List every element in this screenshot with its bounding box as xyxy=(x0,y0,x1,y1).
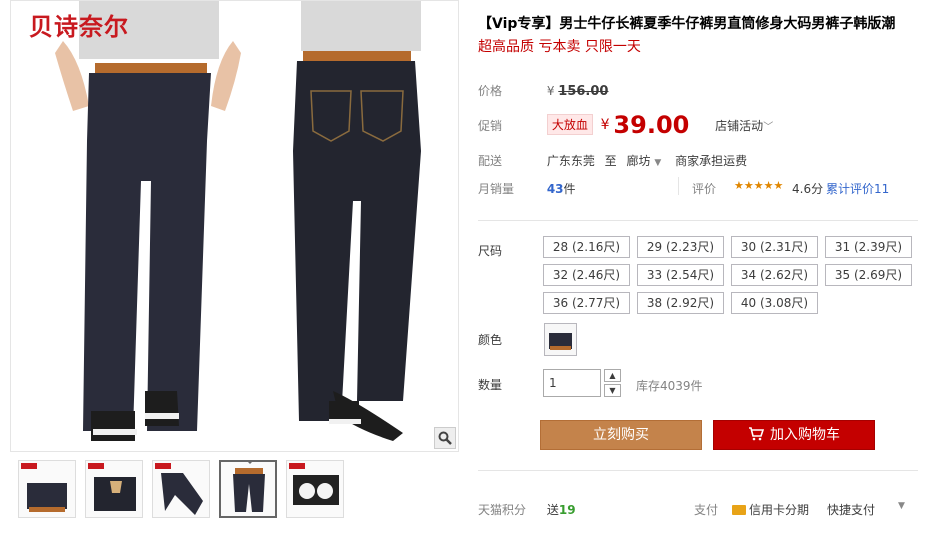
divider xyxy=(478,470,918,471)
product-subtitle: 超高品质 亏本卖 只限一天 xyxy=(478,39,641,55)
size-option[interactable]: 34 (2.62尺) xyxy=(731,264,818,286)
credit-card-icon xyxy=(732,505,746,515)
promo-badge: 大放血 xyxy=(546,113,593,135)
cart-icon xyxy=(749,427,765,441)
add-to-cart-label: 加入购物车 xyxy=(770,427,840,443)
price-label: 价格 xyxy=(478,84,503,98)
buy-now-button[interactable]: 立刻购买 xyxy=(540,420,702,450)
divider xyxy=(678,177,679,195)
color-swatch[interactable] xyxy=(544,323,577,356)
thumbnail[interactable] xyxy=(286,460,344,518)
thumbnail[interactable] xyxy=(18,460,76,518)
sales-row: 月销量 43件 评价 ★★★★★ 4.6分 累计评价11 xyxy=(478,177,918,197)
sales-count: 43 xyxy=(546,182,564,196)
pay-label: 支付 xyxy=(694,503,719,517)
thumbnail-strip xyxy=(10,460,459,528)
promo-row: 促销 大放血 ¥ 39.00 店铺活动﹀ xyxy=(478,111,918,139)
size-option[interactable]: 36 (2.77尺) xyxy=(543,292,630,314)
shop-activity-label: 店铺活动 xyxy=(715,118,764,133)
promo-label: 促销 xyxy=(478,118,503,133)
main-image[interactable]: 贝诗奈尔 xyxy=(10,0,459,452)
thumbnail[interactable] xyxy=(152,460,210,518)
size-option[interactable]: 33 (2.54尺) xyxy=(637,264,724,286)
shipping-destination[interactable]: 廊坊 ▼ xyxy=(627,154,662,168)
shop-activity-dropdown[interactable]: 店铺活动﹀ xyxy=(715,119,773,133)
caret-down-icon: ▼ xyxy=(654,158,662,168)
rating-value: 4.6分 xyxy=(792,182,824,196)
shipping-row: 配送 广东东莞 至 廊坊 ▼ 商家承担运费 xyxy=(478,152,747,169)
decrease-icon[interactable]: ▼ xyxy=(604,384,621,397)
size-option[interactable]: 38 (2.92尺) xyxy=(637,292,724,314)
product-info: 【Vip专享】男士牛仔长裤夏季牛仔裤男直筒修身大码男裤子韩版潮 超高品质 亏本卖… xyxy=(478,14,918,56)
shipping-label: 配送 xyxy=(478,154,503,168)
caret-down-icon[interactable]: ▼ xyxy=(898,501,905,511)
size-option[interactable]: 32 (2.46尺) xyxy=(543,264,630,286)
shipping-to-word: 至 xyxy=(604,154,617,168)
size-option[interactable]: 30 (2.31尺) xyxy=(731,236,818,258)
original-price: 156.00 xyxy=(558,84,609,99)
credit-installment: 信用卡分期 xyxy=(732,501,809,518)
stock-text: 库存4039件 xyxy=(636,379,703,393)
sales-label: 月销量 xyxy=(478,182,515,196)
size-option[interactable]: 29 (2.23尺) xyxy=(637,236,724,258)
rating-stars: ★★★★★ xyxy=(734,179,784,192)
brand-logo: 贝诗奈尔 xyxy=(29,12,129,41)
color-label: 颜色 xyxy=(478,333,503,347)
zoom-icon[interactable] xyxy=(434,427,456,449)
chevron-down-icon: ﹀ xyxy=(763,121,774,133)
jeans-photo xyxy=(11,1,458,451)
sales-unit: 件 xyxy=(563,182,576,196)
size-option[interactable]: 40 (3.08尺) xyxy=(731,292,818,314)
points-send: 送 xyxy=(546,503,559,517)
add-to-cart-button[interactable]: 加入购物车 xyxy=(713,420,875,450)
size-option[interactable]: 31 (2.39尺) xyxy=(825,236,912,258)
promo-currency: ¥ xyxy=(600,117,610,133)
destination-text: 廊坊 xyxy=(626,154,651,168)
divider xyxy=(478,220,918,221)
increase-icon[interactable]: ▲ xyxy=(604,369,621,382)
shipping-from: 广东东莞 xyxy=(546,154,595,168)
size-label: 尺码 xyxy=(478,244,503,258)
footer-row: 天猫积分 送19 支付 信用卡分期 快捷支付 ▼ xyxy=(478,501,918,518)
shipping-fee: 商家承担运费 xyxy=(675,154,748,168)
size-option[interactable]: 35 (2.69尺) xyxy=(825,264,912,286)
currency-symbol: ¥ xyxy=(546,84,555,98)
quantity-input[interactable]: 1 xyxy=(543,369,601,397)
quick-pay: 快捷支付 xyxy=(827,503,876,517)
review-count-link[interactable]: 累计评价11 xyxy=(826,180,889,197)
quantity-label: 数量 xyxy=(478,378,503,392)
review-label: 评价 xyxy=(692,182,717,196)
thumbnail[interactable] xyxy=(85,460,143,518)
points-value: 19 xyxy=(558,503,576,517)
size-options: 28 (2.16尺) 29 (2.23尺) 30 (2.31尺) 31 (2.3… xyxy=(543,236,923,314)
credit-label: 信用卡分期 xyxy=(749,503,810,517)
thumbnail-selected[interactable] xyxy=(219,460,277,518)
promo-price: 39.00 xyxy=(613,111,690,139)
points-label: 天猫积分 xyxy=(478,503,527,517)
product-title: 【Vip专享】男士牛仔长裤夏季牛仔裤男直筒修身大码男裤子韩版潮 xyxy=(478,16,896,32)
size-option[interactable]: 28 (2.16尺) xyxy=(543,236,630,258)
